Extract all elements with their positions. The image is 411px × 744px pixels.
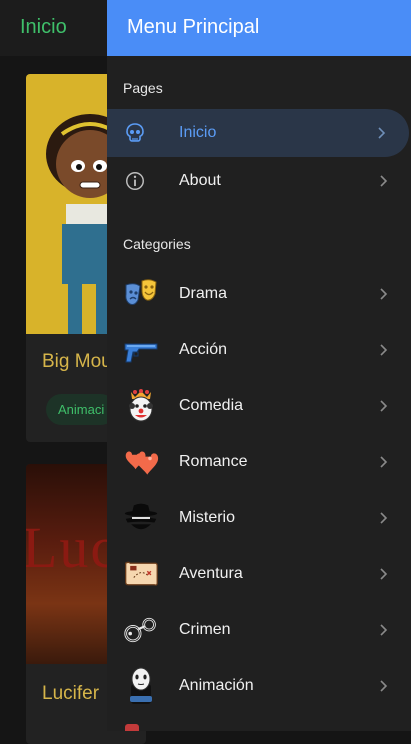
- treasure-map-icon: [123, 556, 159, 592]
- menu-item-label: Aventura: [179, 565, 243, 582]
- menu-item-label: Inicio: [179, 124, 217, 141]
- poster-title-art: Luc: [26, 515, 119, 580]
- next-category-icon-partial: [125, 724, 139, 731]
- category-item-accion[interactable]: Acción: [107, 322, 411, 378]
- category-item-crimen[interactable]: Crimen: [107, 602, 411, 658]
- hearts-icon: [123, 444, 159, 480]
- category-item-drama[interactable]: Drama: [107, 266, 411, 322]
- handcuffs-icon: [123, 612, 159, 648]
- chevron-right-icon: [378, 127, 386, 139]
- drawer-header: Menu Principal: [107, 0, 411, 56]
- chevron-right-icon: [380, 175, 388, 187]
- gun-icon: [123, 332, 159, 368]
- detective-icon: [123, 500, 159, 536]
- chevron-right-icon: [380, 512, 388, 524]
- category-item-misterio[interactable]: Misterio: [107, 490, 411, 546]
- menu-item-label: Crimen: [179, 621, 231, 638]
- skull-icon: [121, 119, 149, 147]
- menu-item-label: Comedia: [179, 397, 244, 414]
- chevron-right-icon: [380, 680, 388, 692]
- category-item-animacion[interactable]: Animación: [107, 658, 411, 714]
- menu-item-label: Drama: [179, 285, 228, 302]
- info-icon: [121, 167, 149, 195]
- section-label-categories: Categories: [123, 236, 191, 252]
- menu-item-inicio[interactable]: Inicio: [107, 109, 409, 157]
- drawer-title: Menu Principal: [127, 16, 260, 38]
- chevron-right-icon: [380, 568, 388, 580]
- menu-item-label: Romance: [179, 453, 248, 470]
- menu-item-label: About: [179, 172, 221, 189]
- clown-icon: [123, 388, 159, 424]
- chevron-right-icon: [380, 456, 388, 468]
- menu-item-label: Misterio: [179, 509, 236, 526]
- section-label-pages: Pages: [123, 80, 163, 96]
- category-item-romance[interactable]: Romance: [107, 434, 411, 490]
- show-title: Big Mou: [42, 351, 112, 372]
- chevron-right-icon: [380, 288, 388, 300]
- character-icon: [123, 667, 159, 704]
- genre-chip[interactable]: Animaci: [46, 394, 117, 425]
- menu-item-about[interactable]: About: [107, 157, 411, 205]
- show-title: Lucifer: [42, 683, 100, 704]
- menu-item-label: Acción: [179, 341, 228, 358]
- chevron-right-icon: [380, 400, 388, 412]
- category-item-aventura[interactable]: Aventura: [107, 546, 411, 602]
- category-item-comedia[interactable]: Comedia: [107, 378, 411, 434]
- theater-masks-icon: [123, 276, 159, 312]
- page-title: Inicio: [20, 16, 67, 38]
- navigation-drawer: Menu Principal Pages Inicio About Catego…: [107, 0, 411, 731]
- chevron-right-icon: [380, 624, 388, 636]
- menu-item-label: Animación: [179, 677, 254, 694]
- chevron-right-icon: [380, 344, 388, 356]
